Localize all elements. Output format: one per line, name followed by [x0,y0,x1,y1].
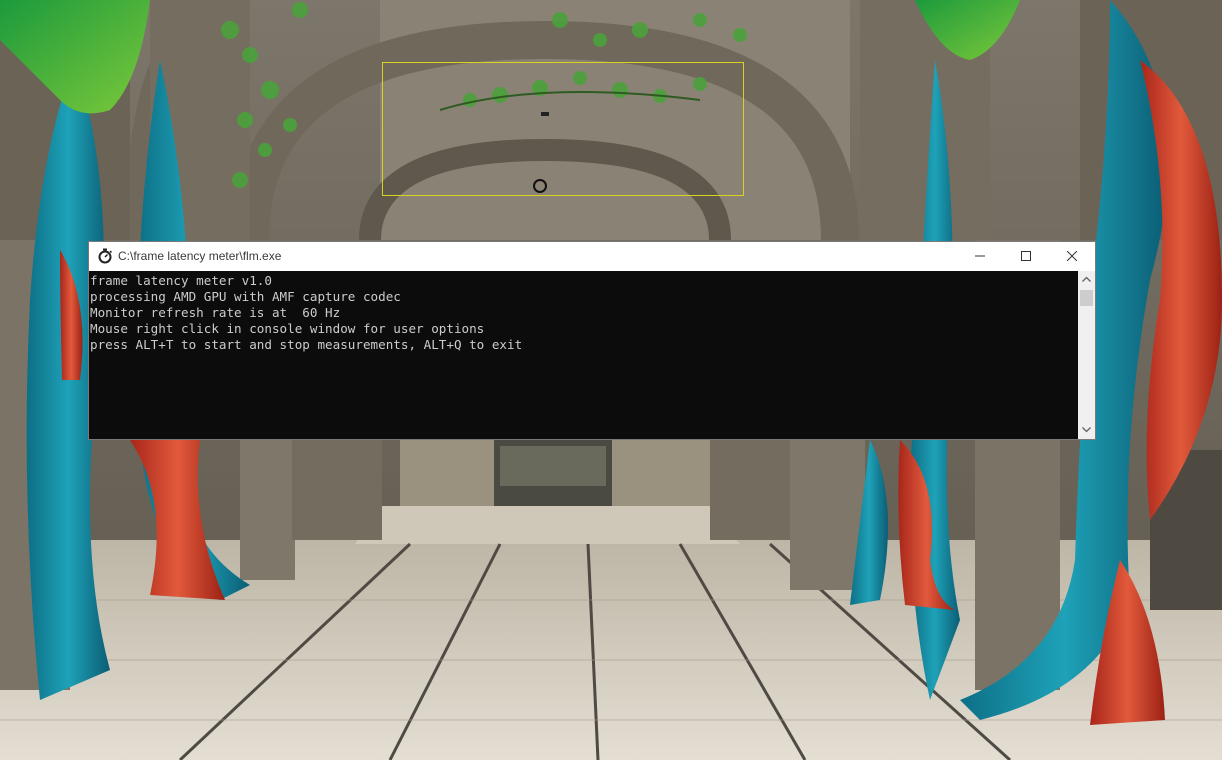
minimize-button[interactable] [957,242,1003,271]
maximize-icon [1021,251,1031,261]
console-line: Mouse right click in console window for … [90,321,485,336]
close-icon [1067,251,1077,261]
chevron-down-icon [1082,427,1091,433]
maximize-button[interactable] [1003,242,1049,271]
console-line: Monitor refresh rate is at 60 Hz [90,305,341,320]
stopwatch-icon [97,248,113,264]
scrollbar-thumb[interactable] [1080,290,1093,306]
console-line: processing AMD GPU with AMF capture code… [90,289,401,304]
console-line: press ALT+T to start and stop measuremen… [90,337,523,352]
minimize-icon [975,255,985,257]
console-output[interactable]: frame latency meter v1.0 processing AMD … [89,271,1078,439]
scroll-up-button[interactable] [1078,271,1095,288]
console-window[interactable]: C:\frame latency meter\flm.exe frame lat… [89,242,1095,439]
title-bar[interactable]: C:\frame latency meter\flm.exe [89,242,1095,271]
vertical-scrollbar[interactable] [1078,271,1095,439]
close-button[interactable] [1049,242,1095,271]
console-line: frame latency meter v1.0 [90,273,272,288]
chevron-up-icon [1082,276,1091,282]
window-title: C:\frame latency meter\flm.exe [118,249,282,263]
capture-region-box[interactable] [382,62,744,196]
scroll-down-button[interactable] [1078,422,1095,439]
